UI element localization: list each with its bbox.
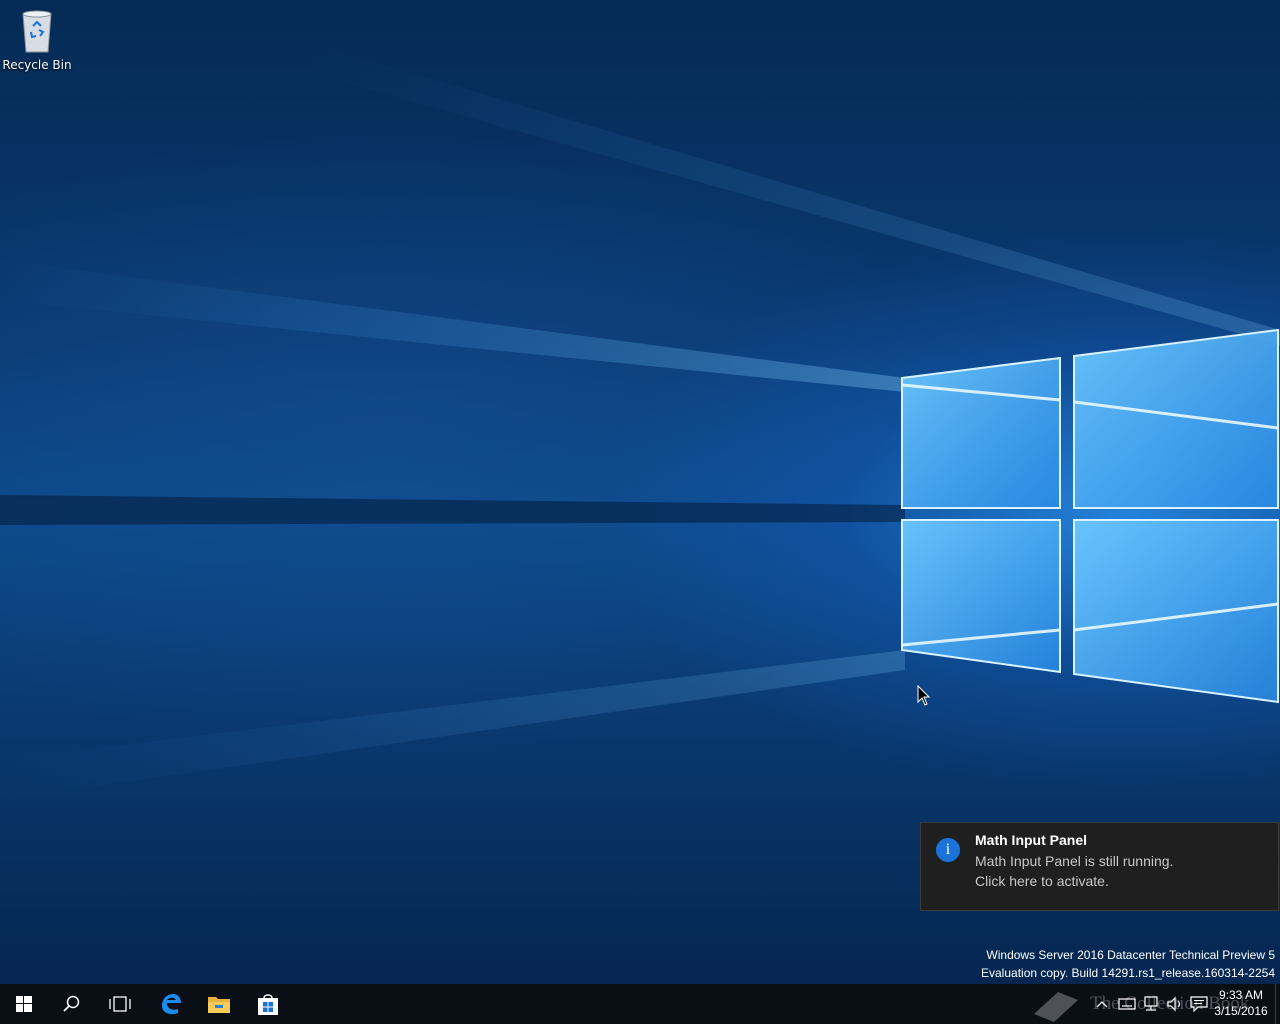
toast-activate-link[interactable]: Click here to activate.: [975, 873, 1109, 889]
edge-browser-icon: [162, 994, 181, 1015]
task-view-button[interactable]: [96, 984, 144, 1024]
mouse-cursor-icon: [917, 684, 931, 711]
store-bag-icon: [258, 994, 278, 1015]
toast-title: Math Input Panel: [975, 832, 1087, 848]
search-button[interactable]: [48, 984, 96, 1024]
task-view-icon: [109, 996, 131, 1012]
notification-toast[interactable]: i Math Input Panel Math Input Panel is s…: [920, 822, 1279, 911]
volume-icon: [1167, 996, 1181, 1012]
edge-browser-button[interactable]: [146, 984, 194, 1024]
recycle-bin-shortcut[interactable]: Recycle Bin: [2, 6, 72, 76]
toast-message: Math Input Panel is still running.: [975, 853, 1174, 869]
show-hidden-icons-button[interactable]: [1092, 984, 1112, 1024]
tray-volume[interactable]: [1164, 984, 1186, 1024]
tray-keyboard[interactable]: [1116, 984, 1138, 1024]
action-center-icon: [1190, 996, 1208, 1012]
taskbar-clock[interactable]: 9:33 AM 3/15/2016: [1210, 987, 1272, 1019]
recycle-bin-icon: [13, 6, 61, 56]
store-button[interactable]: [244, 984, 292, 1024]
file-explorer-button[interactable]: [195, 984, 243, 1024]
keyboard-icon: [1118, 998, 1136, 1010]
tray-action-center[interactable]: [1188, 984, 1210, 1024]
start-button[interactable]: [0, 984, 48, 1024]
windows-logo-icon: [16, 996, 32, 1012]
show-desktop-button[interactable]: [1275, 984, 1280, 1024]
recycle-bin-label: Recycle Bin: [2, 58, 72, 72]
book-icon: [1034, 992, 1078, 1022]
clock-date: 3/15/2016: [1214, 1004, 1268, 1018]
watermark-line-1: Windows Server 2016 Datacenter Technical…: [986, 948, 1275, 962]
clock-time: 9:33 AM: [1218, 988, 1264, 1002]
taskbar: The Collection Book 9:33 AM 3/15/2016: [0, 984, 1280, 1024]
network-icon: [1144, 996, 1158, 1011]
tray-network[interactable]: [1140, 984, 1162, 1024]
folder-icon: [208, 997, 230, 1013]
info-icon: i: [936, 838, 960, 862]
chevron-up-icon: [1096, 1001, 1108, 1008]
watermark-line-2: Evaluation copy. Build 14291.rs1_release…: [981, 966, 1275, 980]
search-icon: [63, 995, 80, 1012]
os-build-watermark: Windows Server 2016 Datacenter Technical…: [981, 946, 1275, 982]
